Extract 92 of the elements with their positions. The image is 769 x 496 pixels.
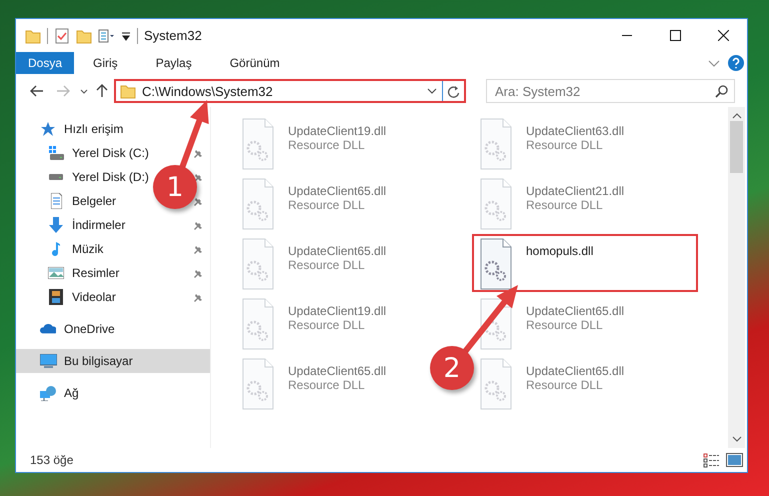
file-name: UpdateClient65.dll [288, 244, 386, 258]
file-item[interactable]: UpdateClient21.dll Resource DLL [472, 174, 632, 232]
search-field[interactable]: Ara: System32 [486, 79, 735, 103]
customize-toolbar-icon[interactable] [121, 30, 131, 42]
minimize-icon [622, 35, 632, 36]
file-item[interactable]: homopuls.dll [472, 234, 698, 292]
file-type: Resource DLL [288, 378, 366, 392]
file-item[interactable]: UpdateClient65.dll Resource DLL [472, 294, 632, 352]
file-type: Resource DLL [288, 318, 366, 332]
navigation-item[interactable]: Bu bilgisayar [16, 349, 210, 373]
star-icon [41, 122, 55, 136]
close-icon [718, 30, 728, 41]
gear-file-icon [480, 358, 513, 410]
address-bar[interactable]: C:\Windows\System32 [114, 79, 466, 103]
gear-file-icon [242, 178, 275, 230]
refresh-icon [447, 84, 460, 98]
gear-file-icon [242, 358, 275, 410]
gear-file-icon [480, 298, 513, 350]
gear-file-icon [242, 298, 275, 350]
file-item[interactable]: UpdateClient65.dll Resource DLL [234, 174, 394, 232]
search-icon [715, 85, 728, 98]
file-item[interactable]: UpdateClient65.dll Resource DLL [234, 354, 394, 412]
gear-file-icon [242, 238, 275, 290]
large-icons-view-icon[interactable] [726, 452, 743, 466]
back-arrow-icon [30, 85, 44, 97]
navigation-item[interactable]: Ağ [16, 381, 83, 405]
file-item[interactable]: UpdateClient65.dll Resource DLL [234, 234, 394, 292]
gear-file-icon [480, 118, 513, 170]
navigation-item[interactable]: OneDrive [16, 317, 119, 341]
properties-icon[interactable] [98, 28, 115, 44]
gear-file-icon [242, 118, 275, 170]
file-name: UpdateClient65.dll [288, 184, 386, 198]
expand-ribbon-icon[interactable] [708, 60, 720, 66]
vertical-scrollbar[interactable] [728, 107, 745, 448]
navigation-item[interactable]: Hızlı erişim [16, 117, 128, 141]
folder-icon [120, 83, 136, 99]
help-icon[interactable] [728, 55, 744, 71]
navigation-item[interactable]: Yerel Disk (C:) [16, 141, 153, 165]
file-item[interactable]: UpdateClient65.dll Resource DLL [472, 354, 632, 412]
ribbon-tab[interactable]: Görünüm [210, 52, 299, 74]
ribbon-tab[interactable]: Giriş [74, 52, 137, 74]
file-name: homopuls.dll [526, 244, 594, 258]
scroll-down-icon[interactable] [732, 436, 742, 442]
navigation-item[interactable]: Müzik [16, 237, 108, 261]
chevron-down-icon [80, 88, 88, 94]
drive-icon [49, 174, 63, 180]
file-item[interactable]: UpdateClient19.dll Resource DLL [234, 294, 394, 352]
file-name: UpdateClient65.dll [526, 304, 624, 318]
chevron-down-icon [427, 88, 437, 94]
file-item[interactable]: UpdateClient63.dll Resource DLL [472, 114, 632, 172]
navigation-item[interactable]: Yerel Disk (D:) [16, 165, 153, 189]
file-name: UpdateClient21.dll [526, 184, 624, 198]
navigation-item[interactable]: Videolar [16, 285, 120, 309]
network-icon [40, 386, 56, 400]
scrollbar-thumb[interactable] [730, 121, 743, 173]
file-name: UpdateClient65.dll [288, 364, 386, 378]
item-count: 153 öğe [30, 453, 74, 467]
music-icon [52, 242, 60, 256]
system-drive-icon [48, 146, 64, 160]
maximize-icon [670, 30, 680, 41]
file-type: Resource DLL [526, 318, 604, 332]
navigation-item[interactable]: Resimler [16, 261, 124, 285]
pictures-icon [48, 267, 64, 279]
cloud-icon [40, 324, 56, 334]
downloads-icon [49, 217, 63, 233]
checklist-icon[interactable] [54, 28, 70, 44]
up-arrow-icon [96, 84, 108, 98]
navigation-item[interactable]: İndirmeler [16, 213, 130, 237]
videos-icon [49, 289, 63, 305]
file-type: Resource DLL [288, 138, 366, 152]
ribbon-tab[interactable]: Paylaş [136, 52, 211, 74]
file-type: Resource DLL [288, 198, 366, 212]
documents-icon [50, 193, 62, 209]
file-type: Resource DLL [288, 258, 366, 272]
file-name: UpdateClient19.dll [288, 124, 386, 138]
file-type: Resource DLL [526, 198, 604, 212]
file-name: UpdateClient65.dll [526, 364, 624, 378]
scroll-up-icon[interactable] [732, 113, 742, 119]
window-title: System32 [144, 28, 202, 43]
file-type: Resource DLL [526, 138, 604, 152]
file-type: Resource DLL [526, 378, 604, 392]
details-view-icon[interactable] [703, 452, 720, 468]
file-name: UpdateClient19.dll [288, 304, 386, 318]
ribbon-tab[interactable]: Dosya [16, 52, 74, 74]
address-path: C:\Windows\System32 [141, 84, 274, 98]
file-name: UpdateClient63.dll [526, 124, 624, 138]
file-item[interactable]: UpdateClient19.dll Resource DLL [234, 114, 394, 172]
computer-icon [40, 354, 56, 368]
gear-file-icon [480, 178, 513, 230]
forward-arrow-icon [56, 85, 70, 97]
gear-file-icon [480, 238, 513, 290]
navigation-item[interactable]: Belgeler [16, 189, 120, 213]
